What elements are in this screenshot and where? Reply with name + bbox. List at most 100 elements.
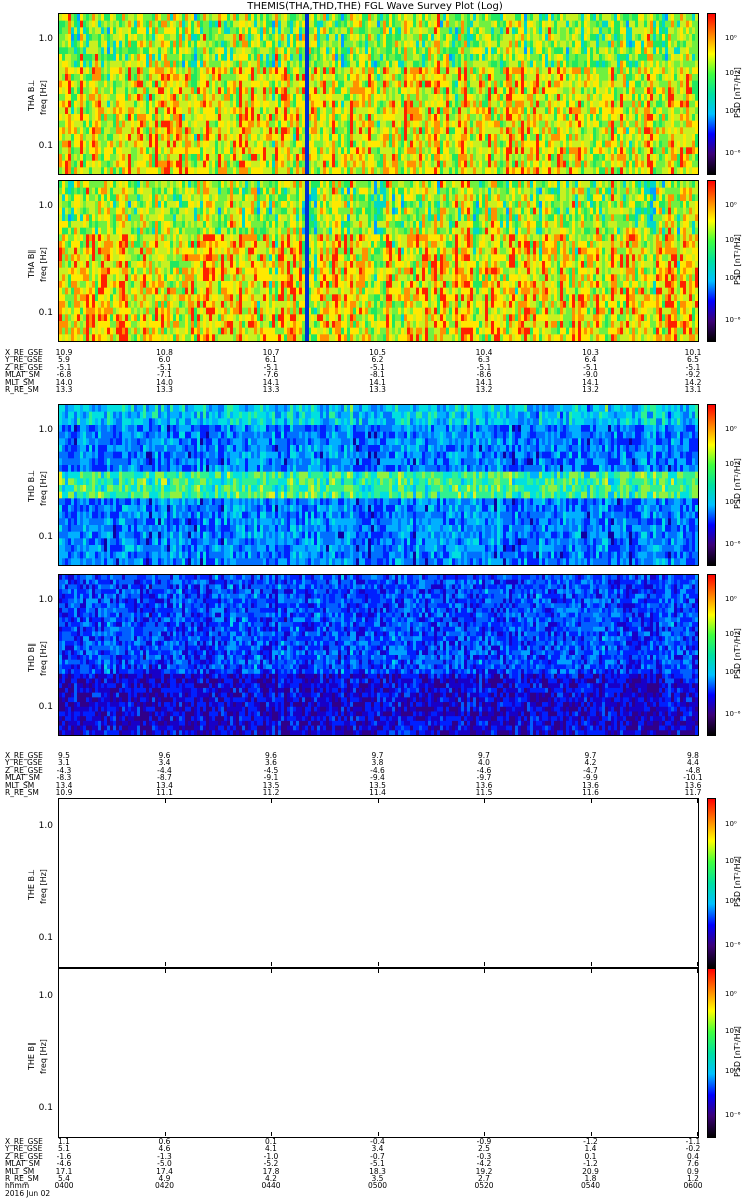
y-axis-label: THD B⊥ [27,470,36,502]
colorbar-tick-label: 10⁻⁶ [725,941,740,949]
x-tick-mark [484,962,485,966]
y-axis-unit-label: freq [Hz] [39,80,48,115]
y-tick-label: 1.0 [13,991,53,1001]
ephemeris-value: 13.3 [369,385,386,393]
x-tick-mark [58,969,59,973]
colorbar-label: PSD [nT²/Hz] [733,628,742,679]
x-tick-mark [590,799,592,803]
ephemeris-value: 0500 [368,1182,387,1190]
x-tick-mark [164,962,166,966]
x-tick-mark [164,969,166,973]
y-tick-label: 1.0 [13,821,53,831]
spectrogram-cells [59,181,698,341]
x-tick-mark [58,799,59,803]
ephemeris-value: 11.6 [582,788,599,796]
ephemeris-value: 13.1 [685,385,702,393]
colorbar-label: PSD [nT²/Hz] [733,1026,742,1077]
ephemeris-row: hhmm 0400 0420 0440 0500 0520 0540 0600 [0,1182,750,1190]
x-tick-mark [377,1132,379,1136]
spectrogram-cells [59,969,698,1137]
colorbar-tick-label: 10⁻⁶ [725,540,740,548]
y-axis-unit-label: freq [Hz] [39,869,48,904]
ephemeris-value: 10.9 [56,788,73,796]
x-tick-mark [271,969,272,973]
y-axis-label: THA B⊥ [27,80,36,111]
colorbar [707,404,716,566]
colorbar-tick-label: 10⁰ [725,425,737,433]
y-tick-label: 0.1 [13,308,53,318]
ephemeris-row: R_RE_SM 13.3 13.3 13.3 13.3 13.2 13.2 13.1 [0,385,750,393]
colorbar [707,574,716,736]
y-tick-label: 0.1 [13,532,53,542]
spectrogram-tha-bperp [58,13,699,175]
colorbar-label: PSD [nT²/Hz] [733,856,742,907]
ephemeris-value: 13.2 [582,385,599,393]
ephemeris-value: 13.2 [476,385,493,393]
x-tick-mark [377,799,379,803]
x-tick-mark [484,969,485,973]
x-tick-mark [377,962,379,966]
x-tick-mark [697,969,698,973]
ephemeris-row-label: 2016 Jun 02 [5,1189,50,1197]
x-tick-mark [590,962,592,966]
x-tick-mark [697,1132,698,1136]
y-axis-label: THD B∥ [27,643,36,672]
ephemeris-tha: X_RE_GSE 10.9 10.8 10.7 10.5 10.4 10.3 10.1 Y_RE… [0,349,750,394]
colorbar-tick-label: 10⁻⁶ [725,1111,740,1119]
ephemeris-value: 13.3 [56,385,73,393]
ephemeris-value: 11.1 [156,788,173,796]
ephemeris-value: 11.2 [263,788,280,796]
x-tick-mark [58,1132,59,1136]
ephemeris-value: 11.7 [685,788,702,796]
plot-title: THEMIS(THA,THD,THE) FGL Wave Survey Plot… [0,1,750,12]
spectrogram-cells [59,405,698,565]
x-tick-mark [697,799,698,803]
colorbar-tick-label: 10⁰ [725,595,737,603]
spectrogram-thd-bpar [58,574,699,736]
ephemeris-value: 11.5 [476,788,493,796]
ephemeris-row-label: R_RE_SM [5,788,39,796]
colorbar [707,798,716,968]
data-gap-stripe [305,181,309,341]
y-axis-unit-label: freq [Hz] [39,247,48,282]
x-tick-mark [164,1132,166,1136]
x-tick-mark [590,1132,592,1136]
spectrogram-cells [59,799,698,967]
colorbar [707,968,716,1138]
x-tick-mark [271,1132,272,1136]
spectrogram-cells [59,14,698,174]
ephemeris-row: R_RE_SM 10.9 11.1 11.2 11.4 11.5 11.6 11.7 [0,788,750,796]
colorbar-tick-label: 10⁰ [725,201,737,209]
ephemeris-value: 13.3 [156,385,173,393]
ephemeris-row: 2016 Jun 02 [0,1189,750,1197]
y-axis-unit-label: freq [Hz] [39,641,48,676]
y-axis-unit-label: freq [Hz] [39,1039,48,1074]
spectrogram-thd-bperp [58,404,699,566]
spectrogram-cells [59,575,698,735]
y-tick-label: 0.1 [13,702,53,712]
spectrogram-tha-bpar [58,180,699,342]
spectrogram-the-bperp [58,798,699,968]
y-tick-label: 0.1 [13,1103,53,1113]
x-tick-mark [484,1132,485,1136]
x-tick-mark [377,969,379,973]
ephemeris-value: 0600 [683,1182,702,1190]
ephemeris-value: 0540 [581,1182,600,1190]
x-tick-mark [271,962,272,966]
colorbar-tick-label: 10⁰ [725,820,737,828]
x-tick-mark [271,799,272,803]
x-tick-mark [697,962,698,966]
ephemeris-value: 0400 [54,1182,73,1190]
ephemeris-thd: X_RE_GSE 9.5 9.6 9.6 9.7 9.7 9.7 9.8 Y_RE_GSE 3.1… [0,752,750,797]
x-tick-mark [590,969,592,973]
colorbar [707,180,716,342]
colorbar [707,13,716,175]
colorbar-label: PSD [nT²/Hz] [733,234,742,285]
x-tick-mark [484,799,485,803]
colorbar-label: PSD [nT²/Hz] [733,458,742,509]
y-tick-label: 0.1 [13,141,53,151]
data-gap-stripe [305,14,309,174]
y-tick-label: 1.0 [13,595,53,605]
y-axis-label: THE B⊥ [27,869,36,900]
y-axis-unit-label: freq [Hz] [39,471,48,506]
